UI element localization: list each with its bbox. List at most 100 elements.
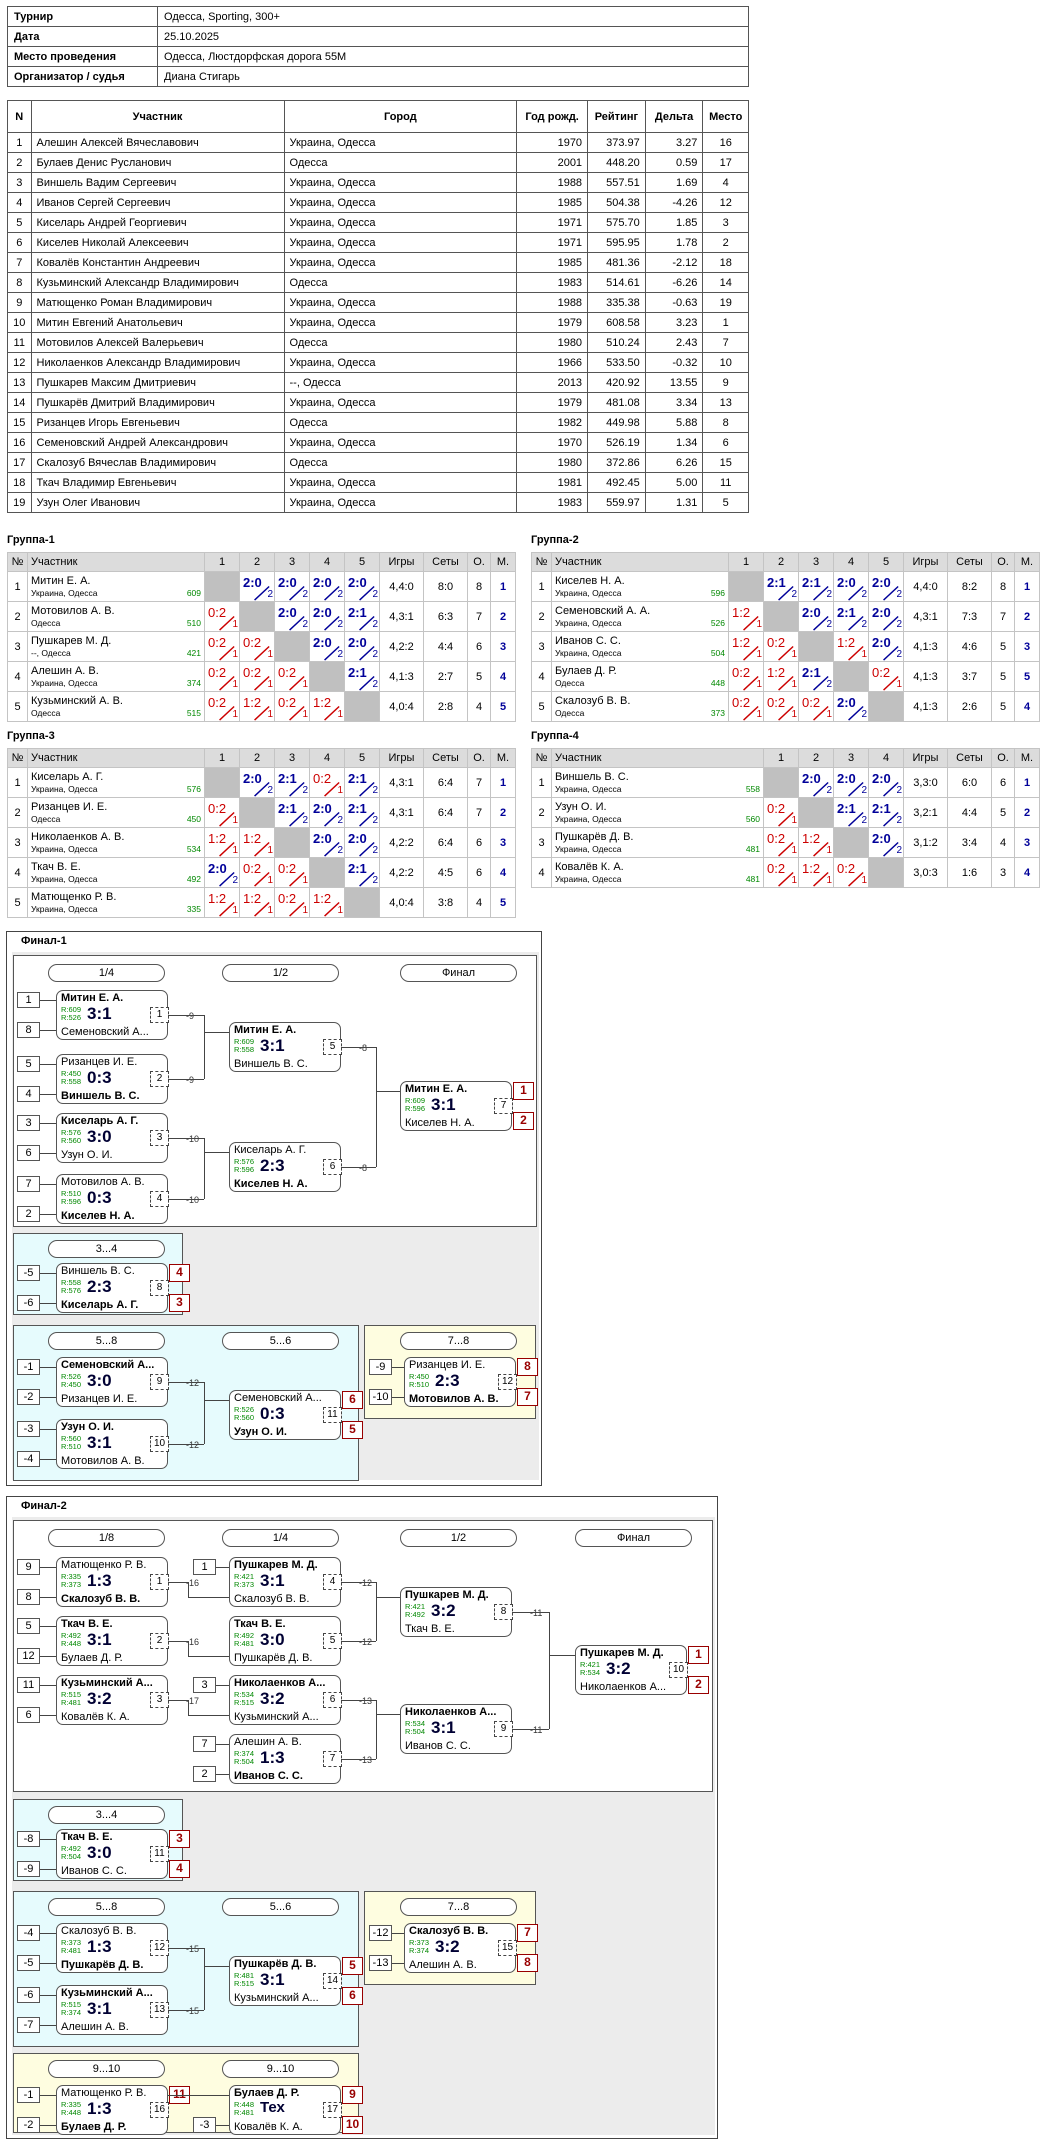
- group-score-points: 2: [826, 785, 832, 796]
- group-player-city-text: Украина, Одесса: [31, 784, 98, 794]
- group-place: 1: [1014, 571, 1040, 602]
- group-score-points: 2: [232, 875, 238, 886]
- group-score-cell: 2:0 2: [309, 571, 345, 602]
- place-badge: 3: [169, 1830, 190, 1848]
- match-rating-bottom: R:504: [61, 1852, 82, 1861]
- group-score: 2:1: [278, 771, 297, 786]
- group-col-place: М.: [1014, 552, 1040, 572]
- seed-box: -12: [369, 1925, 392, 1941]
- group-score-cell: 2:1 2: [344, 857, 380, 888]
- group-place: 1: [490, 767, 516, 798]
- bracket-line: [204, 1948, 205, 2010]
- info-key: Место проведения: [7, 46, 158, 67]
- group-score: 1:2: [208, 831, 227, 846]
- group-player-city-text: Украина, Одесса: [555, 844, 622, 854]
- seed-box: -1: [17, 1359, 40, 1375]
- participant-cell: Иванов Сергей Сергеевич: [30, 192, 285, 213]
- participant-cell: 11: [702, 472, 749, 493]
- group-score-points: 2: [896, 589, 902, 600]
- group-place: 2: [490, 797, 516, 828]
- participant-cell: Украина, Одесса: [283, 492, 518, 513]
- group-score-points: 2: [896, 815, 902, 826]
- group-place: 4: [1014, 691, 1040, 722]
- group-col-sets: Сеты: [423, 748, 468, 768]
- group-row-no: 4: [7, 661, 28, 692]
- seed-box: -9: [369, 1359, 392, 1375]
- participant-cell: 3.34: [644, 392, 704, 413]
- bracket-line: [204, 1152, 229, 1153]
- group-table: № Участник 1 2 3 4 5 Игры Сеты О. М. 1 Киселев Н. А.…: [531, 552, 1040, 722]
- info-row: Организатор / судья Диана Стигарь: [7, 66, 749, 87]
- bracket-line: [188, 1641, 189, 1657]
- bracket-line: [40, 1094, 56, 1095]
- participant-cell: Булаев Денис Русланович: [30, 152, 285, 173]
- group-sets: 6:4: [423, 767, 468, 798]
- group-score-points: 1: [232, 815, 238, 826]
- group-player-rating: 373: [710, 708, 725, 718]
- group-self-cell: [868, 691, 904, 722]
- group-score-points: 2: [826, 589, 832, 600]
- bracket-line: [204, 1400, 229, 1401]
- group-games: 4,2:2: [379, 857, 424, 888]
- match-score: 0:3: [87, 1068, 112, 1087]
- group-col-points: О.: [467, 748, 491, 768]
- match-number: 12: [498, 1374, 517, 1390]
- bracket-line: [40, 1123, 56, 1124]
- participant-cell: 1988: [516, 172, 589, 193]
- participant-cell: 373.97: [587, 132, 646, 153]
- bracket-line: [168, 1015, 204, 1016]
- group-player-city: Украина, Одесса 576: [31, 784, 201, 794]
- match-player-top: Митин Е. А.: [405, 1083, 468, 1095]
- group-score-points: 1: [791, 875, 797, 886]
- match-number: 7: [494, 1098, 513, 1114]
- group-score: 1:2: [802, 861, 821, 876]
- group-score-points: 2: [826, 679, 832, 690]
- place-badge: 1: [688, 1646, 709, 1664]
- group-score: 0:2: [243, 665, 262, 680]
- info-row: Дата 25.10.2025: [7, 26, 749, 47]
- group-player-city-text: Украина, Одесса: [31, 904, 98, 914]
- match-number: 2: [150, 1071, 169, 1087]
- group-score-cell: 2:0 2: [309, 601, 345, 632]
- group-sets: 1:6: [947, 857, 992, 888]
- group-player-name: Кузьминский А. В.: [31, 695, 123, 707]
- group-score-cell: 0:2 1: [728, 661, 764, 692]
- group-score-points: 1: [791, 845, 797, 856]
- participant-cell: Виншель Вадим Сергеевич: [30, 172, 285, 193]
- participant-cell: 3.23: [644, 312, 704, 333]
- participant-cell: 1988: [516, 292, 589, 313]
- place-badge: 4: [169, 1860, 190, 1878]
- group-score: 0:2: [732, 665, 751, 680]
- group-score: 0:2: [208, 635, 227, 650]
- group-row-no: 2: [7, 797, 28, 828]
- group-score-points: 1: [267, 709, 273, 720]
- seed-box: -10: [369, 1389, 392, 1405]
- bracket-line: [549, 1612, 550, 1729]
- participant-cell: 2001: [516, 152, 589, 173]
- group-row: 2 Ризанцев И. Е. Одесса 450 0:2 1 2:1 2 2:0 2 2:1 2…: [7, 797, 516, 828]
- bracket-line: [168, 1199, 204, 1200]
- group-player-city: Украина, Одесса 374: [31, 678, 201, 688]
- bracket-line: [40, 1153, 56, 1154]
- group-player-city-text: Одесса: [31, 708, 61, 718]
- match-rating-bottom: R:515: [234, 1979, 255, 1988]
- group-score-points: 2: [302, 589, 308, 600]
- group-player-cell: Матющенко Р. В. Украина, Одесса 335: [27, 887, 205, 918]
- tournament-info-table: Турнир Одесса, Sporting, 300+ Дата 25.10.20…: [7, 6, 749, 87]
- seed-box: 4: [17, 1086, 40, 1102]
- group-self-cell: [204, 571, 240, 602]
- group-col-opponent: 4: [833, 552, 869, 572]
- participant-cell: 10: [7, 312, 32, 333]
- group-player-city: Украина, Одесса 481: [555, 874, 760, 884]
- group-place: 4: [490, 661, 516, 692]
- participant-cell: 3.27: [644, 132, 704, 153]
- group-player-rating: 335: [186, 904, 201, 914]
- group-score: 0:2: [208, 801, 227, 816]
- match-score: 3:2: [606, 1659, 631, 1678]
- group-col-opponent: 2: [239, 748, 275, 768]
- group-col-place: М.: [490, 552, 516, 572]
- match-player-bottom: Николаенков А...: [580, 1681, 667, 1693]
- bracket-line: [376, 1582, 377, 1641]
- participant-row: 8 Кузьминский Александр Владимирович Одесс…: [7, 272, 749, 293]
- match-rating-bottom: R:481: [61, 1698, 82, 1707]
